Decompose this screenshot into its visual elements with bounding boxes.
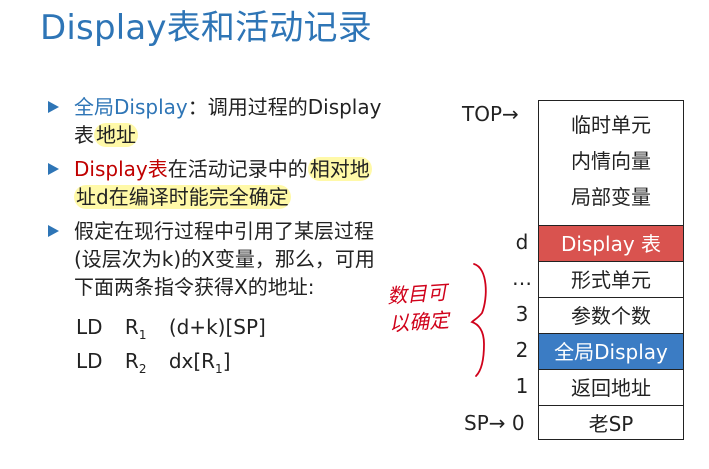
sp-pointer-label: SP→ 0	[464, 411, 525, 435]
stack-cell-temp: 临时单元	[571, 113, 651, 137]
code1-arg: (d+k)[SP]	[168, 315, 266, 339]
stack-cell-global-display: 全局Display	[539, 333, 683, 369]
slide-title: Display表和活动记录	[40, 8, 372, 48]
code2-arg: dx[R	[168, 349, 216, 373]
stack-cell-return-address: 返回地址	[539, 369, 683, 405]
bullet-triangle-icon	[48, 163, 59, 175]
bullet3-line3: 下面两条指令获得X的地址:	[74, 275, 315, 299]
code2-arg-end: ]	[222, 349, 231, 373]
top-pointer-label: TOP→	[462, 102, 519, 126]
stack-index-d: d	[515, 230, 529, 254]
bullet2-highlight-2: 址d在编译时能完全确定	[74, 185, 291, 209]
bullet2-highlight-1: 相对地	[307, 157, 372, 181]
stack-cell-display-table: Display 表	[539, 225, 683, 261]
bullet-list: 全局Display：调用过程的Display 表地址 Display表在活动记录…	[46, 93, 441, 307]
code1-op: LD	[76, 315, 103, 339]
code1-reg: R	[124, 315, 139, 339]
bullet3-line2: (设层次为k)的X变量，那么，可用	[74, 247, 375, 271]
bullet1-highlight: 地址	[94, 123, 138, 147]
stack-cell-formal-params: 形式单元	[539, 261, 683, 297]
stack-index-2: 2	[515, 338, 529, 362]
code-line-1: LD R1 (d+k)[SP]	[76, 314, 266, 348]
bullet2-mid: 在活动记录中的	[167, 157, 308, 181]
code1-reg-sub: 1	[138, 328, 147, 342]
code2-reg: R	[124, 349, 139, 373]
bullet-triangle-icon	[48, 101, 59, 113]
bullet2-lead: Display表	[74, 157, 168, 181]
bullet-global-display: 全局Display：调用过程的Display 表地址	[46, 93, 441, 149]
bullet3-line1: 假定在现行过程中引用了某层过程	[74, 219, 374, 243]
code2-arg-sub: 1	[215, 362, 223, 376]
bullet-triangle-icon	[48, 225, 59, 237]
bullet-display-table: Display表在活动记录中的 相对地 址d在编译时能完全确定	[46, 155, 441, 211]
handwritten-brace-icon	[470, 263, 487, 377]
stack-cell-param-count: 参数个数	[539, 297, 683, 333]
code-line-2: LD R2 dx[R1]	[76, 348, 231, 382]
stack-index-ellipsis: …	[512, 266, 532, 290]
bullet-address-calc: 假定在现行过程中引用了某层过程 (设层次为k)的X变量，那么，可用 下面两条指令…	[46, 217, 441, 301]
stack-index-3: 3	[515, 302, 529, 326]
handwritten-annotation: 数目可 以确定	[386, 278, 450, 338]
code2-reg-sub: 2	[138, 362, 147, 376]
bullet1-line2: 表	[74, 123, 94, 147]
stack-cell-locals: 局部变量	[571, 185, 651, 209]
stack-cell-dope-vector: 内情向量	[571, 149, 651, 173]
stack-index-1: 1	[515, 374, 529, 398]
bullet1-lead: 全局Display	[74, 95, 188, 119]
annotation-line-2: 以确定	[388, 307, 450, 337]
stack-cell-old-sp: 老SP	[539, 405, 683, 439]
activation-record-stack: 临时单元 内情向量 局部变量 Display 表 形式单元 参数个数 全局Dis…	[538, 100, 684, 440]
bullet1-rest: ：调用过程的Display	[187, 95, 382, 119]
code2-op: LD	[76, 349, 103, 373]
annotation-line-1: 数目可	[386, 279, 448, 309]
